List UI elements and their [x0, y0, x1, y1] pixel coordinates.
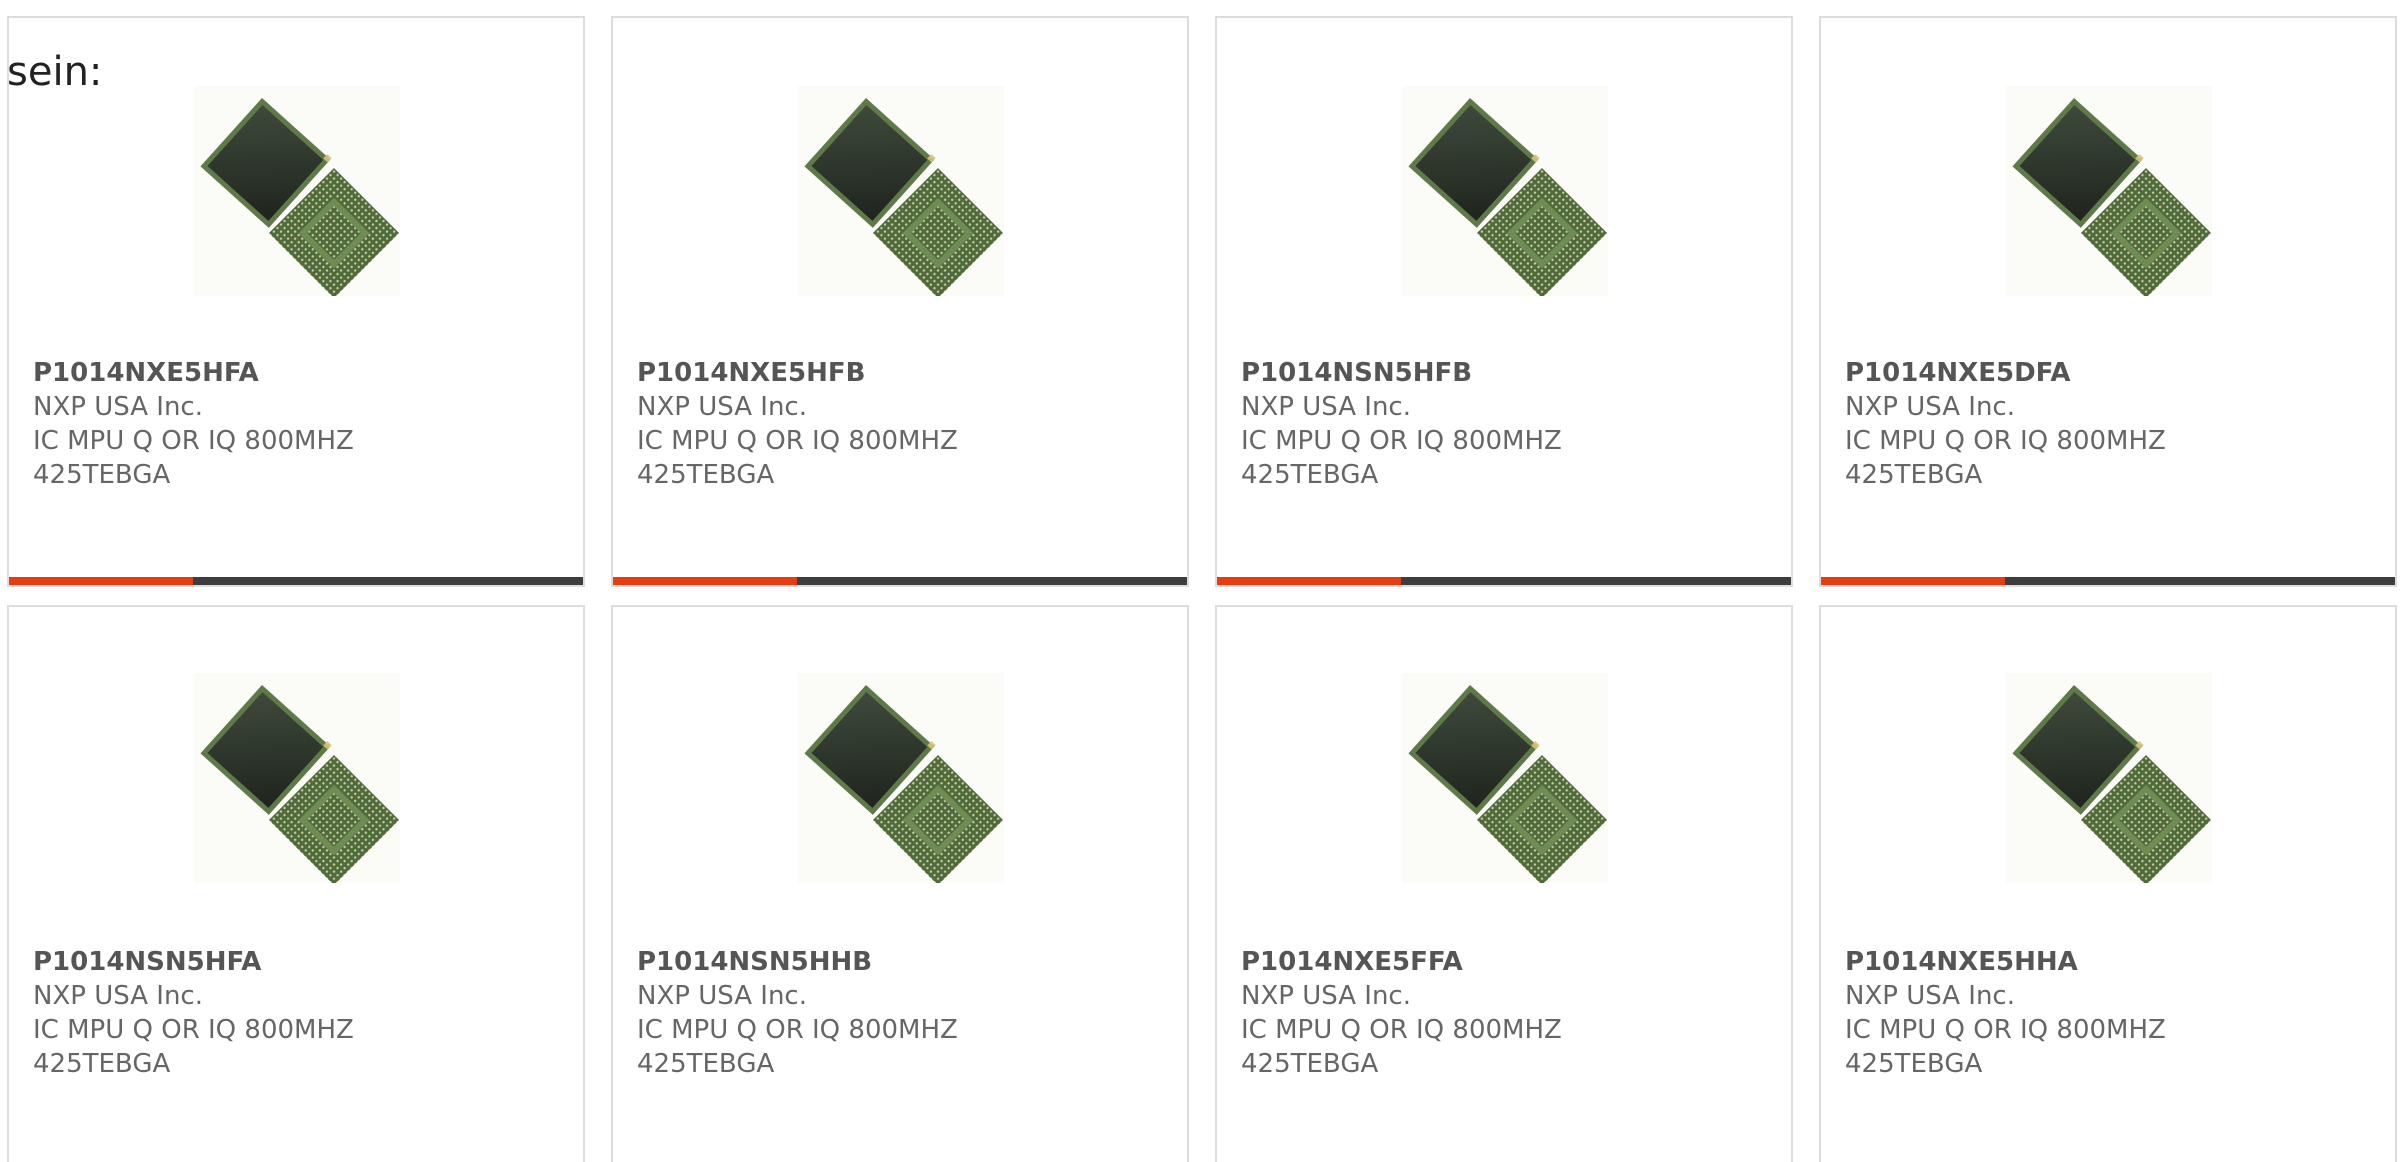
progress-bar [9, 577, 583, 585]
product-card[interactable]: P1014NXE5HFA NXP USA Inc. IC MPU Q OR IQ… [7, 16, 585, 587]
chip-image[interactable] [1402, 86, 1608, 296]
description-line2: 425TEBGA [1241, 1049, 1379, 1079]
product-card[interactable]: P1014NXE5FFA NXP USA Inc. IC MPU Q OR IQ… [1215, 605, 1793, 1162]
progress-bar [1821, 577, 2395, 585]
chip-image[interactable] [2006, 673, 2212, 883]
description-line1: IC MPU Q OR IQ 800MHZ [1241, 426, 1562, 456]
manufacturer: NXP USA Inc. [637, 981, 807, 1011]
manufacturer: NXP USA Inc. [33, 981, 203, 1011]
product-card[interactable]: P1014NXE5DFA NXP USA Inc. IC MPU Q OR IQ… [1819, 16, 2397, 587]
intro-text: sein: [7, 49, 103, 95]
product-card[interactable]: P1014NSN5HFB NXP USA Inc. IC MPU Q OR IQ… [1215, 16, 1793, 587]
manufacturer: NXP USA Inc. [33, 392, 203, 422]
manufacturer: NXP USA Inc. [1241, 981, 1411, 1011]
chip-image[interactable] [798, 86, 1004, 296]
description-line2: 425TEBGA [1845, 1049, 1983, 1079]
progress-bar-fill [1217, 577, 1401, 585]
manufacturer: NXP USA Inc. [1845, 392, 2015, 422]
progress-bar [1217, 577, 1791, 585]
description-line2: 425TEBGA [1845, 460, 1983, 490]
description-line1: IC MPU Q OR IQ 800MHZ [33, 426, 354, 456]
description-line1: IC MPU Q OR IQ 800MHZ [1241, 1015, 1562, 1045]
description-line1: IC MPU Q OR IQ 800MHZ [637, 426, 958, 456]
description-line2: 425TEBGA [33, 1049, 171, 1079]
description-line2: 425TEBGA [637, 460, 775, 490]
chip-image[interactable] [2006, 86, 2212, 296]
product-info: P1014NSN5HFB NXP USA Inc. IC MPU Q OR IQ… [1241, 356, 1562, 492]
progress-bar-fill [9, 577, 193, 585]
product-card[interactable]: P1014NXE5HFB NXP USA Inc. IC MPU Q OR IQ… [611, 16, 1189, 587]
description-line1: IC MPU Q OR IQ 800MHZ [33, 1015, 354, 1045]
manufacturer: NXP USA Inc. [1241, 392, 1411, 422]
chip-image[interactable] [194, 86, 400, 296]
part-number[interactable]: P1014NXE5DFA [1845, 356, 2166, 390]
description-line2: 425TEBGA [637, 1049, 775, 1079]
product-info: P1014NXE5DFA NXP USA Inc. IC MPU Q OR IQ… [1845, 356, 2166, 492]
description-line2: 425TEBGA [1241, 460, 1379, 490]
chip-image[interactable] [194, 673, 400, 883]
progress-bar [613, 577, 1187, 585]
part-number[interactable]: P1014NSN5HHB [637, 945, 958, 979]
product-info: P1014NXE5FFA NXP USA Inc. IC MPU Q OR IQ… [1241, 945, 1562, 1081]
progress-bar-fill [1821, 577, 2005, 585]
progress-bar-fill [613, 577, 797, 585]
product-card[interactable]: P1014NSN5HHB NXP USA Inc. IC MPU Q OR IQ… [611, 605, 1189, 1162]
description-line2: 425TEBGA [33, 460, 171, 490]
part-number[interactable]: P1014NXE5HHA [1845, 945, 2166, 979]
description-line1: IC MPU Q OR IQ 800MHZ [1845, 1015, 2166, 1045]
product-info: P1014NXE5HHA NXP USA Inc. IC MPU Q OR IQ… [1845, 945, 2166, 1081]
product-info: P1014NSN5HFA NXP USA Inc. IC MPU Q OR IQ… [33, 945, 354, 1081]
page: sein: P1014NXE5HFA NXP USA Inc. IC MPU Q… [0, 0, 2400, 1162]
chip-image[interactable] [798, 673, 1004, 883]
product-info: P1014NSN5HHB NXP USA Inc. IC MPU Q OR IQ… [637, 945, 958, 1081]
manufacturer: NXP USA Inc. [1845, 981, 2015, 1011]
description-line1: IC MPU Q OR IQ 800MHZ [637, 1015, 958, 1045]
part-number[interactable]: P1014NXE5FFA [1241, 945, 1562, 979]
product-info: P1014NXE5HFB NXP USA Inc. IC MPU Q OR IQ… [637, 356, 958, 492]
product-info: P1014NXE5HFA NXP USA Inc. IC MPU Q OR IQ… [33, 356, 354, 492]
part-number[interactable]: P1014NXE5HFB [637, 356, 958, 390]
part-number[interactable]: P1014NXE5HFA [33, 356, 354, 390]
part-number[interactable]: P1014NSN5HFB [1241, 356, 1562, 390]
part-number[interactable]: P1014NSN5HFA [33, 945, 354, 979]
manufacturer: NXP USA Inc. [637, 392, 807, 422]
chip-image[interactable] [1402, 673, 1608, 883]
product-card[interactable]: P1014NSN5HFA NXP USA Inc. IC MPU Q OR IQ… [7, 605, 585, 1162]
product-card[interactable]: P1014NXE5HHA NXP USA Inc. IC MPU Q OR IQ… [1819, 605, 2397, 1162]
description-line1: IC MPU Q OR IQ 800MHZ [1845, 426, 2166, 456]
